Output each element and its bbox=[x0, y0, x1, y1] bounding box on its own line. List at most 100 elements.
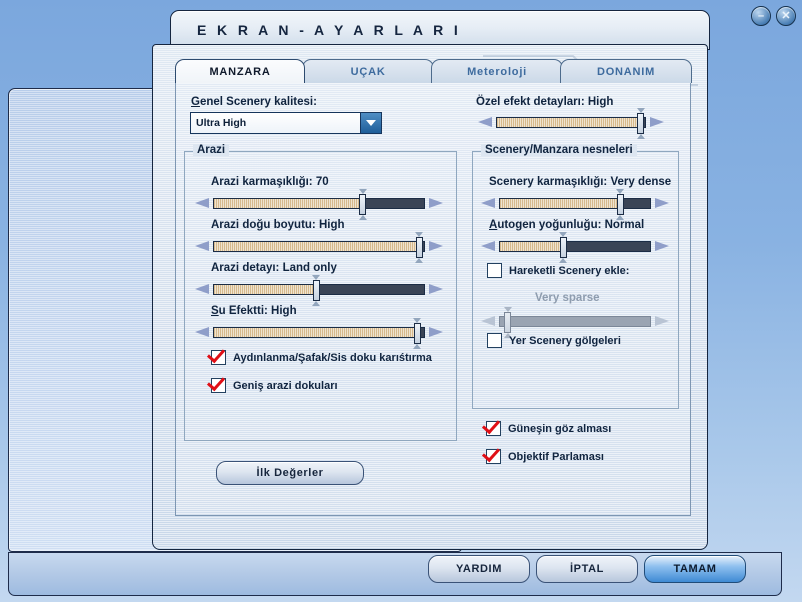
sun-glare-checkbox-row[interactable]: Güneşin göz alması bbox=[486, 421, 611, 436]
cancel-button[interactable]: İPTAL bbox=[536, 555, 638, 583]
slider-increase-icon[interactable] bbox=[655, 241, 669, 251]
slider-decrease-icon[interactable] bbox=[195, 327, 209, 337]
slider-decrease-icon[interactable] bbox=[195, 198, 209, 208]
slider-thumb bbox=[504, 311, 511, 333]
help-button[interactable]: YARDIM bbox=[428, 555, 530, 583]
slider-thumb[interactable] bbox=[559, 236, 567, 258]
slider-thumb[interactable] bbox=[616, 193, 624, 215]
tab-meteroloji[interactable]: Meteroloji bbox=[431, 59, 564, 83]
slider-track[interactable] bbox=[499, 193, 651, 215]
chevron-down-icon[interactable] bbox=[360, 113, 381, 133]
lens-flare-checkbox-row[interactable]: Objektif Parlaması bbox=[486, 449, 604, 464]
dialog-body: MGT3A83 9731E1Q ZWYRE8 MANZARA UÇAK Mete… bbox=[152, 44, 708, 550]
lighting-blend-checkbox[interactable] bbox=[211, 350, 226, 365]
tab-label: MANZARA bbox=[209, 65, 271, 78]
scenery-quality-select[interactable]: Ultra High bbox=[190, 112, 382, 134]
arazi-detail-slider[interactable] bbox=[195, 279, 443, 301]
ok-button[interactable]: TAMAM bbox=[644, 555, 746, 583]
wide-terrain-textures-checkbox-row[interactable]: Geniş arazi dokuları bbox=[211, 378, 338, 393]
scenery-quality-value: Ultra High bbox=[191, 113, 360, 133]
tab-label: Meteroloji bbox=[467, 65, 528, 78]
arazi-group-title: Arazi bbox=[193, 144, 230, 156]
tab-bar: MANZARA UÇAK Meteroloji DONANIM bbox=[175, 59, 693, 83]
slider-increase-icon[interactable] bbox=[429, 284, 443, 294]
slider-fill bbox=[214, 198, 362, 208]
slider-fill bbox=[214, 284, 316, 294]
slider-increase-icon[interactable] bbox=[655, 198, 669, 208]
slider-track[interactable] bbox=[213, 322, 425, 344]
slider-track[interactable] bbox=[213, 279, 425, 301]
minimize-icon[interactable]: – bbox=[751, 6, 771, 26]
lens-flare-checkbox[interactable] bbox=[486, 449, 501, 464]
special-effects-label: Özel efekt detayları: High bbox=[476, 96, 614, 108]
slider-track[interactable] bbox=[499, 236, 651, 258]
reset-defaults-button[interactable]: İlk Değerler bbox=[216, 461, 364, 485]
water-effect-slider[interactable] bbox=[195, 322, 443, 344]
close-icon[interactable]: ✕ bbox=[776, 6, 796, 26]
slider-fill bbox=[497, 117, 641, 127]
ground-shadows-label: Yer Scenery gölgeleri bbox=[509, 334, 621, 347]
wide-terrain-textures-checkbox[interactable] bbox=[211, 378, 226, 393]
sun-glare-label: Güneşin göz alması bbox=[508, 422, 612, 435]
tab-manzara[interactable]: MANZARA bbox=[175, 59, 306, 83]
slider-thumb[interactable] bbox=[413, 322, 421, 344]
moving-scenery-checkbox[interactable] bbox=[487, 263, 502, 278]
tab-donanim[interactable]: DONANIM bbox=[560, 59, 693, 83]
moving-scenery-slider bbox=[481, 311, 669, 333]
slider-fill bbox=[500, 198, 620, 208]
slider-track[interactable] bbox=[213, 193, 425, 215]
ground-shadows-checkbox[interactable] bbox=[487, 333, 502, 348]
slider-track[interactable] bbox=[496, 112, 646, 134]
slider-thumb[interactable] bbox=[637, 112, 645, 134]
moving-scenery-value-label: Very sparse bbox=[535, 292, 600, 304]
arazi-complexity-label: Arazi karmaşıklığı: 70 bbox=[211, 176, 329, 188]
autogen-density-slider[interactable] bbox=[481, 236, 669, 258]
tab-label: DONANIM bbox=[596, 65, 656, 78]
slider-thumb[interactable] bbox=[359, 193, 366, 215]
arazi-detail-label: Arazi detayı: Land only bbox=[211, 262, 337, 274]
slider-decrease-icon bbox=[481, 316, 495, 326]
scenery-complexity-slider[interactable] bbox=[481, 193, 669, 215]
special-effects-slider[interactable] bbox=[478, 112, 664, 134]
arazi-groupbox: Arazi Arazi karmaşıklığı: 70 Arazi doğu … bbox=[184, 144, 457, 441]
slider-increase-icon[interactable] bbox=[429, 198, 443, 208]
moving-scenery-checkbox-row[interactable]: Hareketli Scenery ekle: bbox=[487, 263, 629, 278]
scenery-objects-groupbox: Scenery/Manzara nesneleri Scenery karmaş… bbox=[472, 144, 679, 409]
moving-scenery-label: Hareketli Scenery ekle: bbox=[509, 264, 630, 277]
tab-label: UÇAK bbox=[350, 65, 386, 78]
water-effect-label: Su Efektti: High bbox=[211, 305, 297, 317]
wide-terrain-textures-label: Geniş arazi dokuları bbox=[233, 379, 338, 392]
slider-thumb[interactable] bbox=[415, 236, 423, 258]
slider-decrease-icon[interactable] bbox=[195, 241, 209, 251]
arazi-east-size-slider[interactable] bbox=[195, 236, 443, 258]
scenery-quality-label: Genel Scenery kalitesi: bbox=[191, 96, 317, 108]
slider-increase-icon[interactable] bbox=[429, 241, 443, 251]
slider-fill bbox=[500, 241, 563, 251]
ground-shadows-checkbox-row[interactable]: Yer Scenery gölgeleri bbox=[487, 333, 621, 348]
slider-decrease-icon[interactable] bbox=[481, 198, 495, 208]
slider-decrease-icon[interactable] bbox=[478, 117, 492, 127]
lighting-blend-checkbox-row[interactable]: Aydınlanma/Şafak/Sis doku karıśtırma bbox=[211, 350, 432, 365]
window-controls: – ✕ bbox=[751, 6, 796, 26]
arazi-east-size-label: Arazi doğu boyutu: High bbox=[211, 219, 345, 231]
sun-glare-checkbox[interactable] bbox=[486, 421, 501, 436]
arazi-complexity-slider[interactable] bbox=[195, 193, 443, 215]
autogen-density-label-rest: utogen yoğunluğu: Normal bbox=[497, 219, 645, 231]
slider-thumb[interactable] bbox=[312, 279, 320, 301]
slider-decrease-icon[interactable] bbox=[481, 241, 495, 251]
page-title: E K R A N - A Y A R L A R I bbox=[197, 22, 462, 38]
tab-panel-manzara: Genel Scenery kalitesi: Ultra High Arazi… bbox=[175, 82, 691, 516]
slider-fill bbox=[214, 327, 417, 337]
slider-increase-icon[interactable] bbox=[429, 327, 443, 337]
scenery-objects-group-title: Scenery/Manzara nesneleri bbox=[481, 144, 637, 156]
slider-track bbox=[499, 311, 651, 333]
tab-ucak[interactable]: UÇAK bbox=[302, 59, 435, 83]
slider-track[interactable] bbox=[213, 236, 425, 258]
slider-decrease-icon[interactable] bbox=[195, 284, 209, 294]
slider-increase-icon[interactable] bbox=[650, 117, 664, 127]
water-effect-label-rest: u Efektti: High bbox=[218, 305, 297, 317]
lens-flare-label: Objektif Parlaması bbox=[508, 450, 604, 463]
lighting-blend-label: Aydınlanma/Şafak/Sis doku karıśtırma bbox=[233, 351, 432, 364]
display-settings-dialog: E K R A N - A Y A R L A R I MGT3A83 9731… bbox=[152, 6, 710, 552]
slider-increase-icon bbox=[655, 316, 669, 326]
